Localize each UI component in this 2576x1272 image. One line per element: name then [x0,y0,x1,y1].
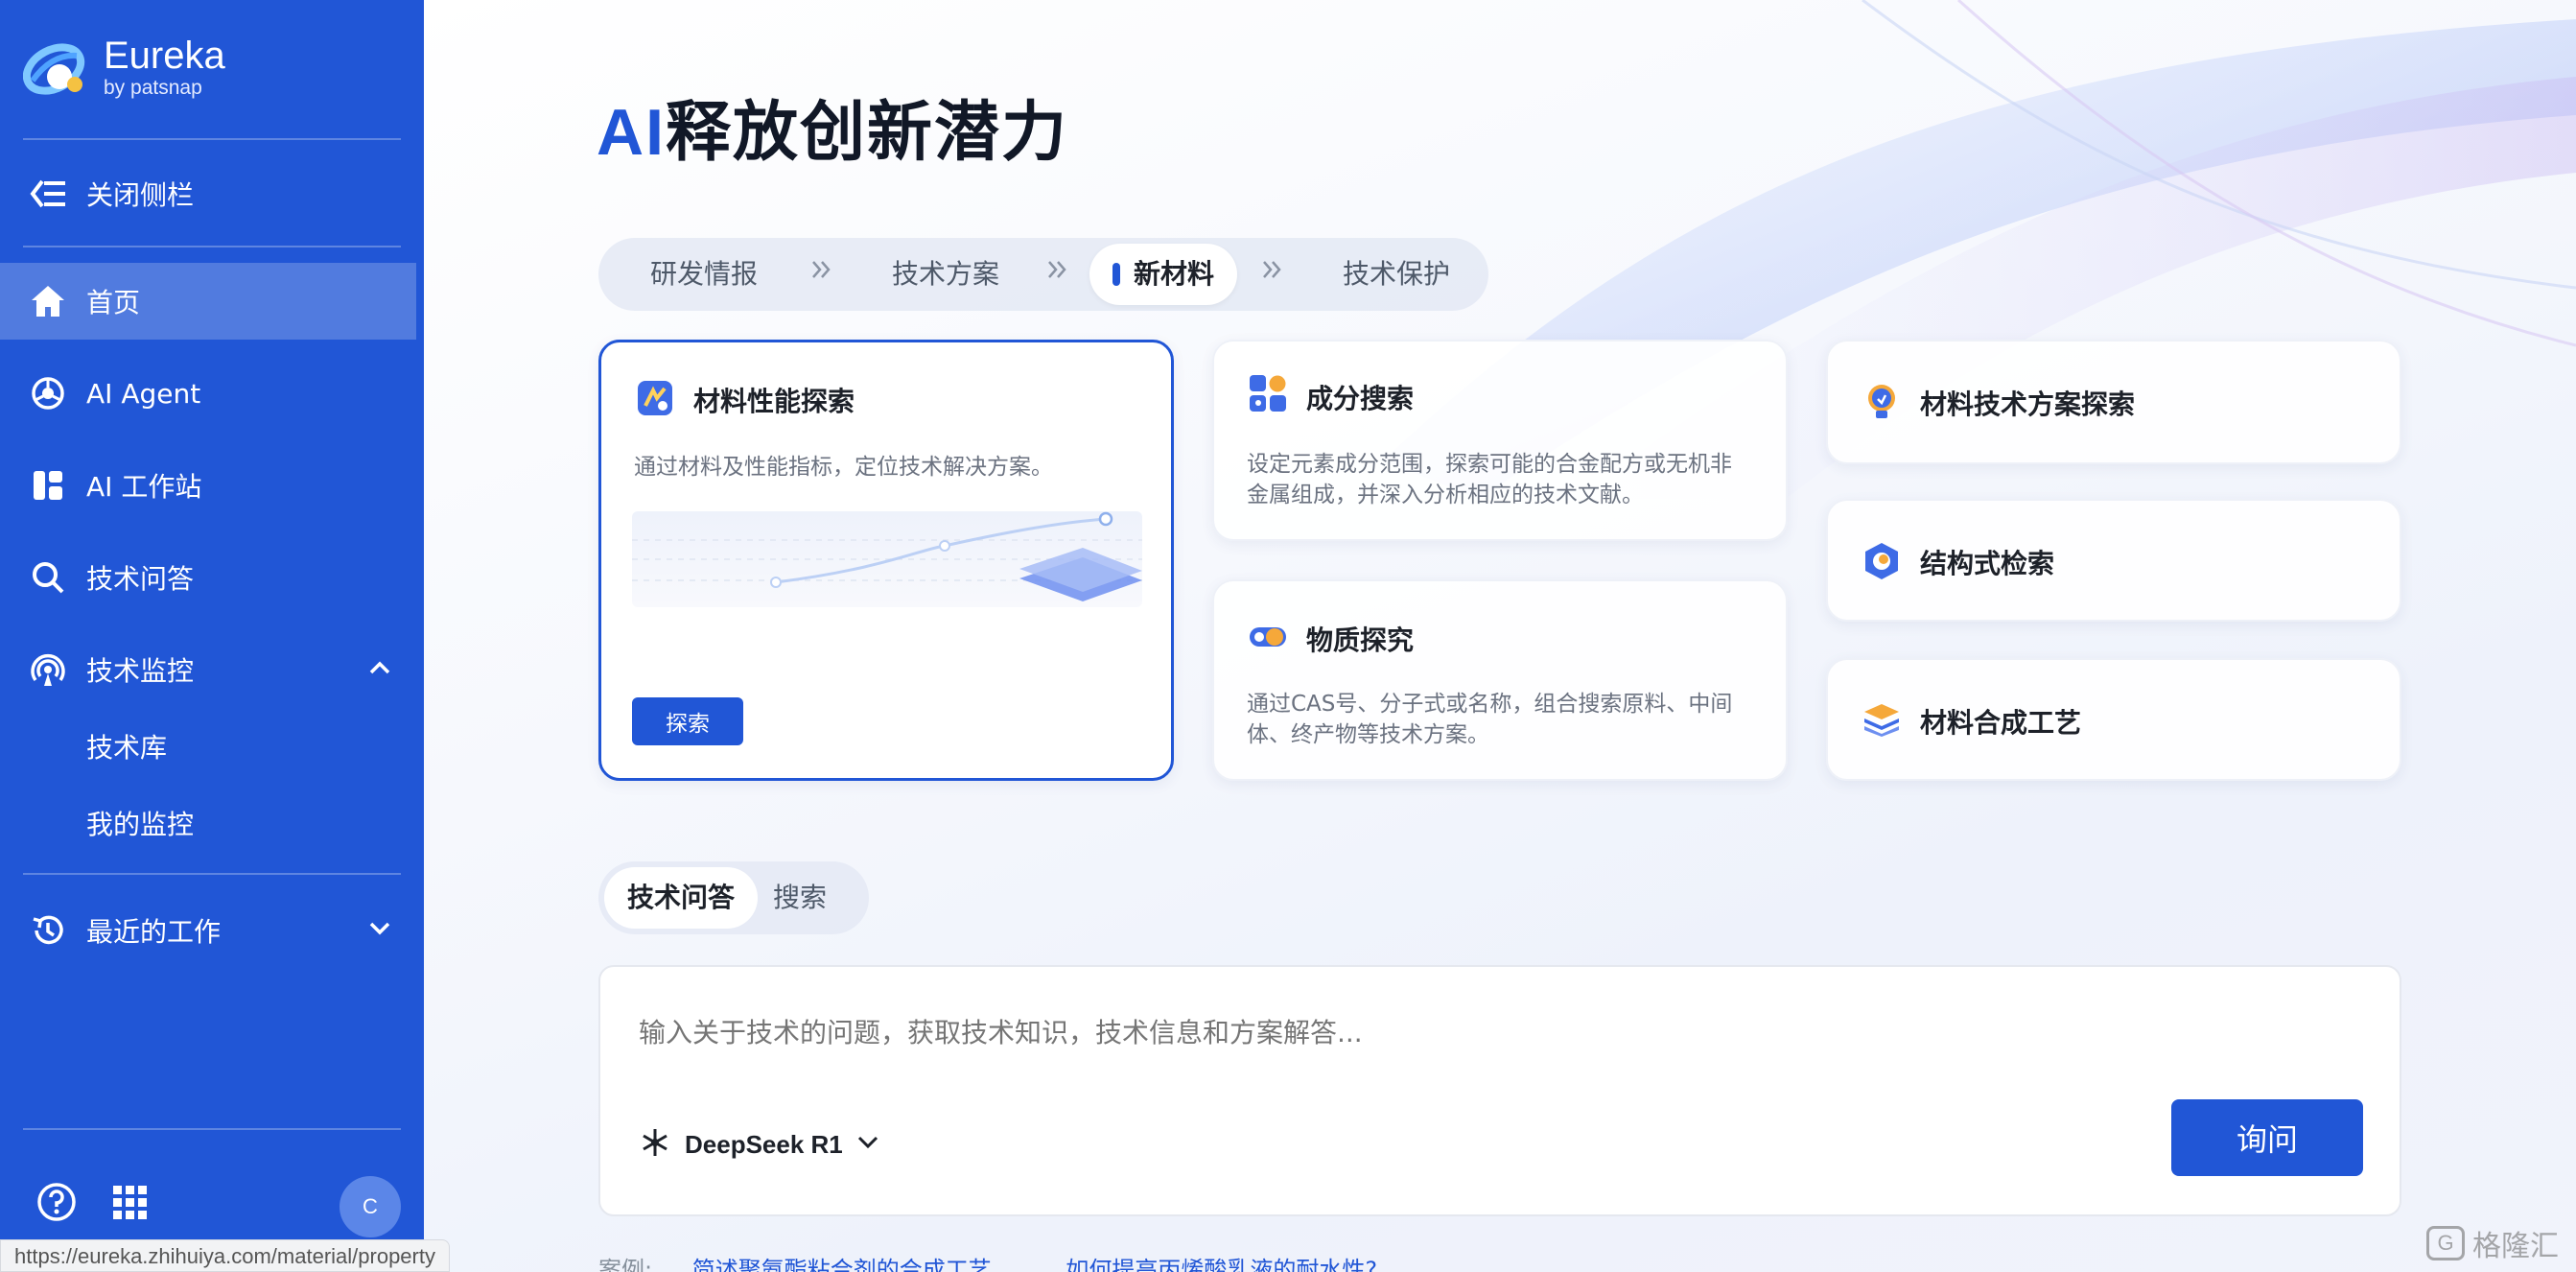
hero-title-ai: AI [597,96,666,169]
ask-button[interactable]: 询问 [2171,1099,2363,1176]
card-composition-search[interactable]: 成分搜索 设定元素成分范围，探索可能的合金配方或无机非 金属组成，并深入分析相应… [1212,340,1788,541]
sidebar-subitem-tech-library[interactable]: 技术库 [86,727,167,766]
sidebar-item-label: 技术问答 [86,563,195,595]
examples-label: 案例: [598,1257,653,1272]
sidebar-item-ai-workstation[interactable]: AI 工作站 [0,447,424,524]
history-icon [29,911,67,950]
card-title: 物质探究 [1306,624,1415,656]
sidebar-item-recent-work[interactable]: 最近的工作 [0,892,424,969]
card-title: 成分搜索 [1306,383,1415,414]
card-title: 材料性能探索 [693,386,855,417]
card-description-line2: 体、终产物等技术方案。 [1247,722,1489,747]
example-link[interactable]: 如何提高丙烯酸乳液的耐水性? [1066,1257,1377,1272]
card-material-property[interactable]: 材料性能探索 通过材料及性能指标，定位技术解决方案。 探索 [598,340,1174,781]
help-icon[interactable] [36,1182,77,1226]
layers-icon [1862,702,1901,741]
card-material-solution-explore[interactable]: 材料技术方案探索 [1826,340,2401,464]
example-link[interactable]: 简述聚氨酯粘合剂的合成工艺 [692,1257,992,1272]
lightbulb-icon [1862,382,1901,420]
tab-tech-solution[interactable]: 技术方案 [892,244,999,305]
chat-box: DeepSeek R1 询问 [598,965,2401,1216]
tab-search[interactable]: 搜索 [773,867,827,929]
sidebar-item-ai-agent[interactable]: AI Agent [0,355,424,432]
card-material-synthesis[interactable]: 材料合成工艺 [1826,658,2401,781]
query-mode-tabs: 技术问答 搜索 [598,861,869,934]
card-title: 材料合成工艺 [1920,707,2082,739]
card-title: 结构式检索 [1920,548,2055,579]
deepseek-model-icon [639,1126,671,1163]
card-title: 材料技术方案探索 [1920,389,2136,420]
sidebar-divider [23,138,401,140]
tab-new-materials[interactable]: 新材料 [1089,244,1238,305]
status-bar-url: https://eureka.zhihuiya.com/material/pro… [0,1239,450,1272]
sidebar-item-home[interactable]: 首页 [0,263,416,340]
hero-title: AI释放创新潜力 [597,79,1068,174]
avatar[interactable]: C [340,1176,401,1237]
sidebar-divider [23,246,401,247]
double-chevron-right-icon [1045,257,1070,286]
sidebar-item-label: 最近的工作 [86,916,222,948]
sidebar-divider [23,1128,401,1130]
brand-name: Eureka [104,35,225,77]
sidebar-item-label: AI 工作站 [86,471,202,503]
model-name: DeepSeek R1 [685,1129,843,1159]
sidebar-item-label: 技术监控 [86,655,195,687]
performance-chart-illustration [632,511,1142,607]
brand-sub: by patsnap [104,77,202,99]
example-queries: 案例: 简述聚氨酯粘合剂的合成工艺 如何提高丙烯酸乳液的耐水性? [598,1251,1377,1272]
collapse-sidebar-label: 关闭侧栏 [86,179,195,211]
tab-tech-qa[interactable]: 技术问答 [604,867,759,929]
eureka-logo[interactable]: Eureka by patsnap [22,35,225,100]
monitor-icon [29,650,67,689]
card-substance-explore[interactable]: 物质探究 通过CAS号、分子式或名称，组合搜索原料、中间 体、终产物等技术方案。 [1212,579,1788,781]
card-description-line2: 金属组成，并深入分析相应的技术文献。 [1247,483,1644,507]
double-chevron-right-icon [809,257,834,286]
collapse-icon [29,175,67,213]
hero-title-text: 释放创新潜力 [666,95,1069,171]
workstation-icon [29,466,67,505]
hexagon-structure-icon [1862,541,1901,579]
sidebar-item-label: 首页 [86,287,141,318]
tab-rd-intel[interactable]: 研发情报 [650,244,758,305]
card-description-line1: 设定元素成分范围，探索可能的合金配方或无机非 [1247,452,1732,477]
card-description-line1: 通过CAS号、分子式或名称，组合搜索原料、中间 [1247,692,1733,717]
watermark: G 格隆汇 [2426,1222,2559,1264]
main-content: AI释放创新潜力 研发情报 技术方案 新材料 技术保护 材料性能探索 通过材料及… [424,0,2576,1272]
sidebar: Eureka by patsnap 关闭侧栏 首页 AI Agent AI 工作… [0,0,424,1272]
card-description: 通过材料及性能指标，定位技术解决方案。 [634,455,1053,480]
agent-icon [29,374,67,412]
sidebar-item-tech-qa[interactable]: 技术问答 [0,539,424,616]
home-icon [29,282,67,320]
material-property-icon [636,379,674,417]
chevron-up-icon [368,660,391,679]
sidebar-item-tech-monitor[interactable]: 技术监控 [0,631,424,708]
sidebar-item-label: AI Agent [86,377,201,410]
substance-toggle-icon [1249,618,1287,656]
explore-button[interactable]: 探索 [632,697,743,745]
chevron-down-icon [368,921,391,940]
apps-grid-icon[interactable] [113,1186,148,1224]
double-chevron-right-icon [1260,257,1285,286]
collapse-sidebar-button[interactable]: 关闭侧栏 [0,155,424,232]
watermark-logo-icon: G [2426,1226,2465,1260]
sidebar-divider [23,873,401,875]
eureka-logo-icon [22,35,88,100]
tab-tech-protection[interactable]: 技术保护 [1343,244,1450,305]
watermark-text: 格隆汇 [2472,1230,2559,1263]
search-icon [29,558,67,597]
model-selector[interactable]: DeepSeek R1 [639,1126,879,1163]
card-structure-search[interactable]: 结构式检索 [1826,499,2401,622]
chevron-down-icon [856,1135,879,1154]
category-tabs: 研发情报 技术方案 新材料 技术保护 [598,238,1488,311]
sidebar-footer: C [0,1176,424,1237]
composition-grid-icon [1249,374,1287,412]
question-input[interactable] [639,1017,2269,1048]
sidebar-subitem-my-monitor[interactable]: 我的监控 [86,804,194,842]
